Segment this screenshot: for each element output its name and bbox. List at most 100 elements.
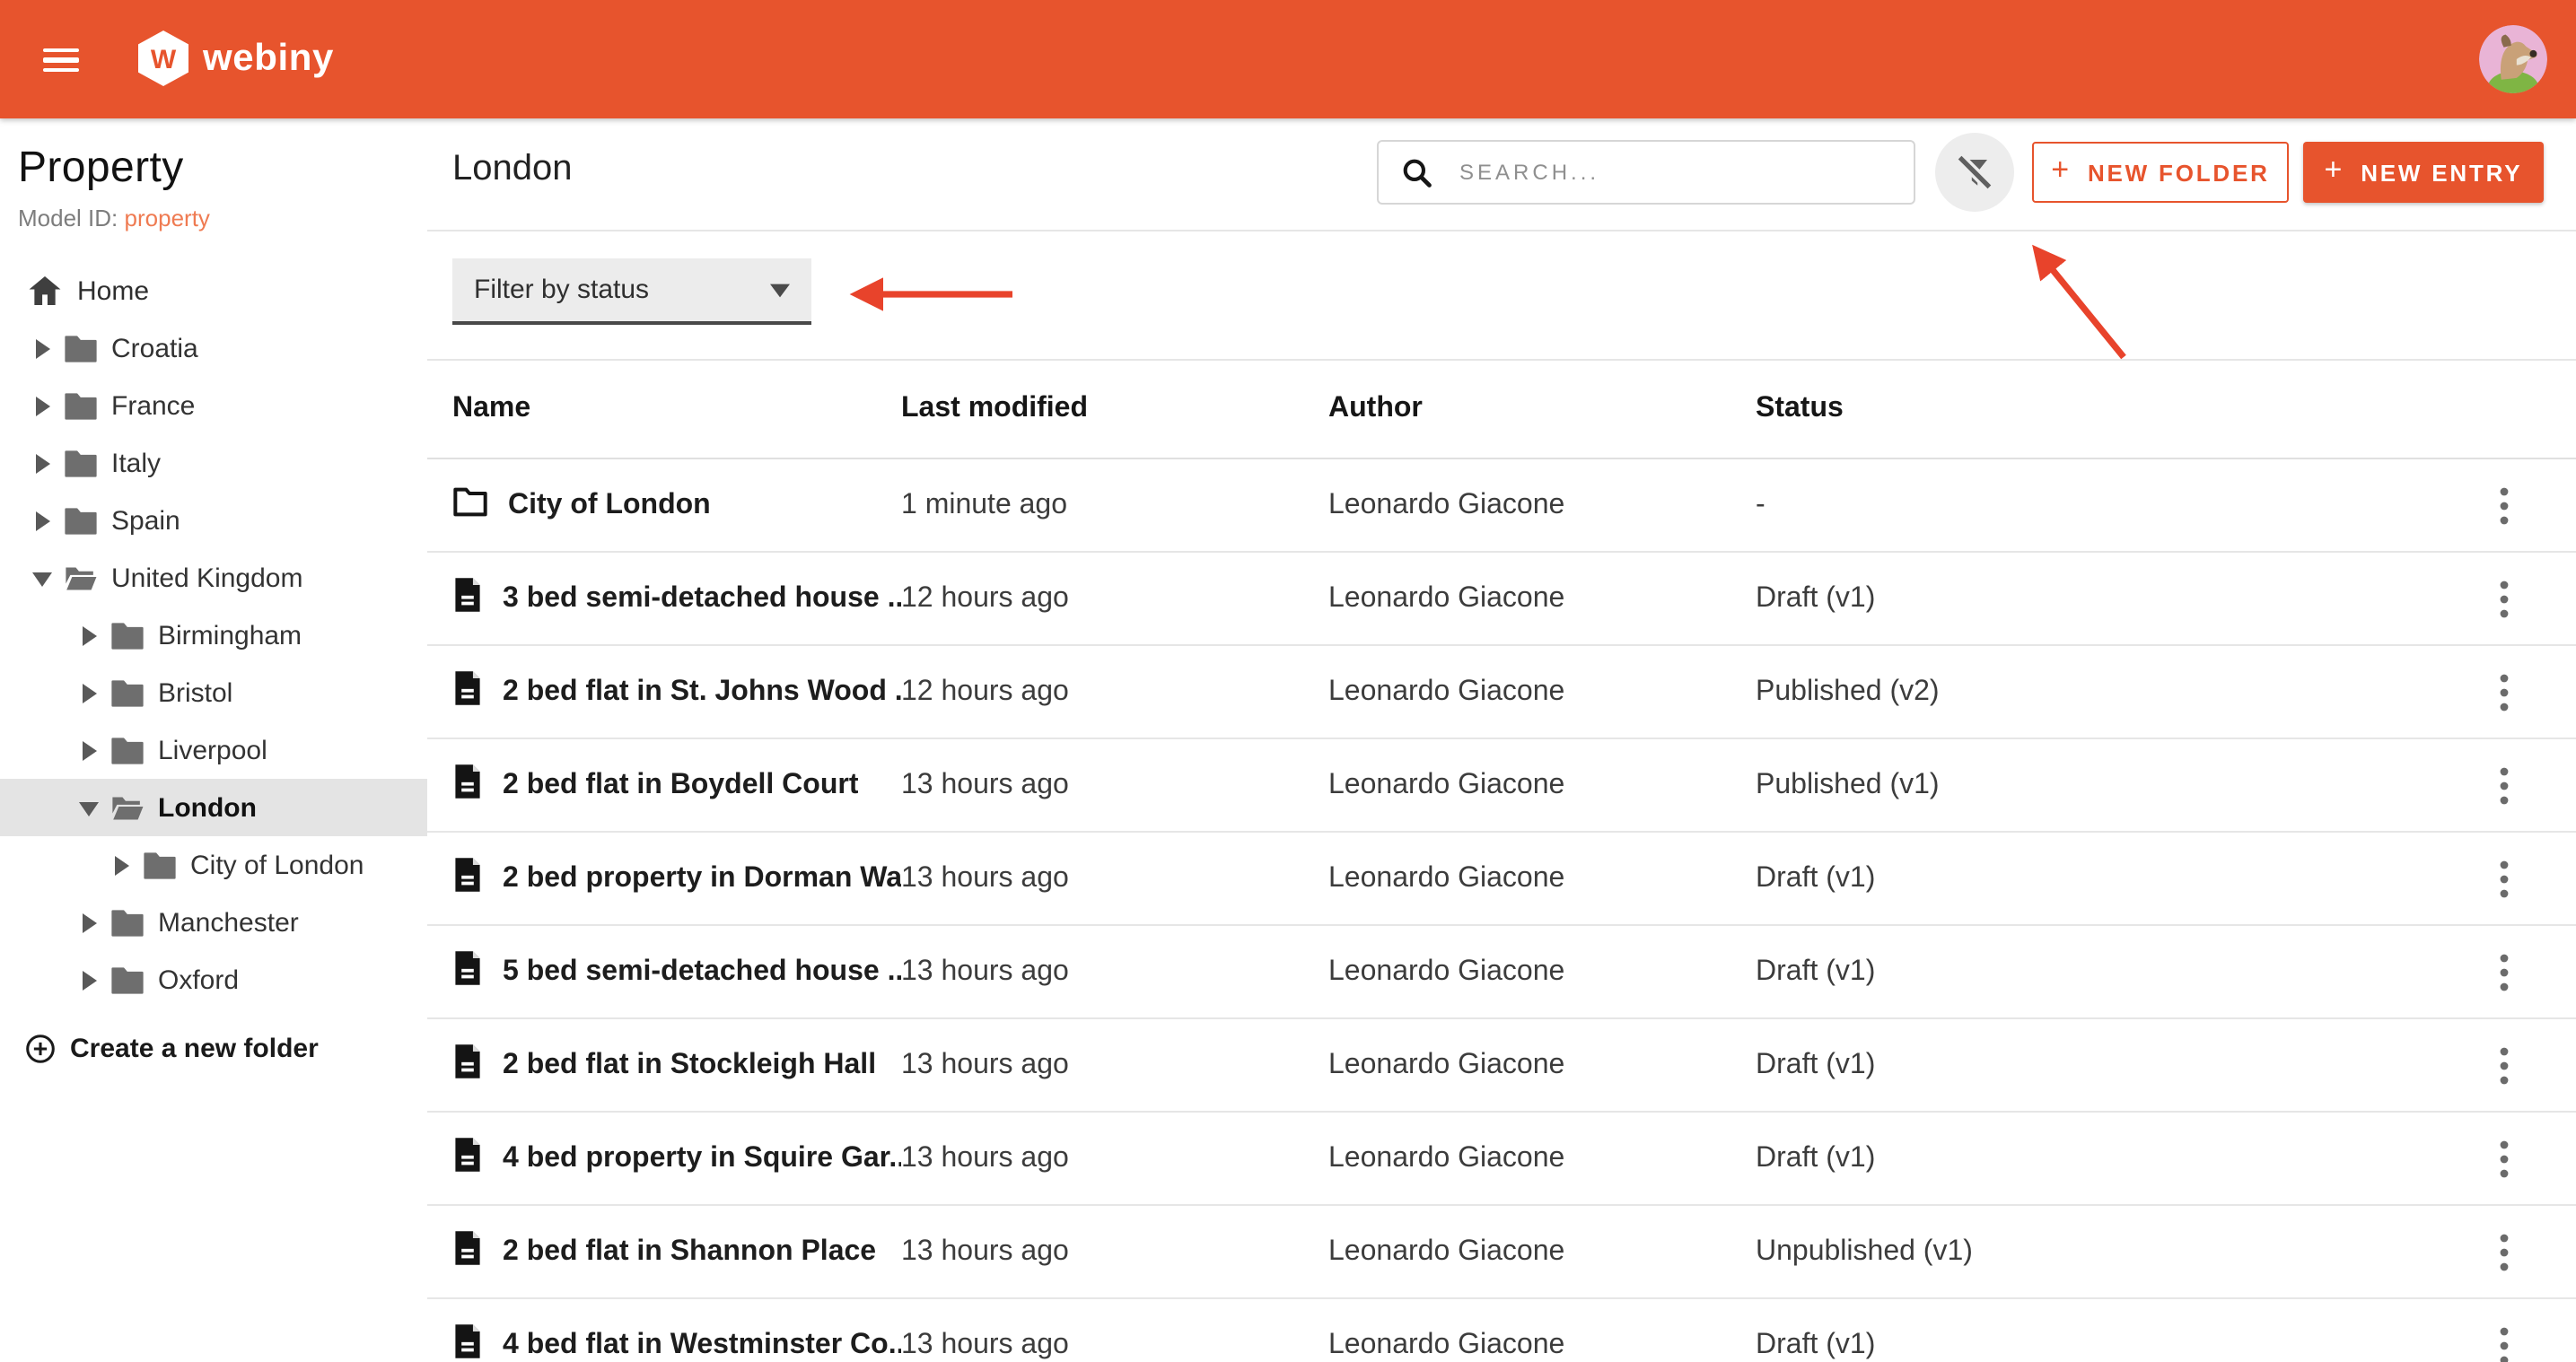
new-entry-button[interactable]: + NEW ENTRY	[2303, 142, 2544, 203]
column-header-name: Name	[452, 393, 531, 423]
name-cell: 2 bed flat in Stockleigh Hall	[452, 1042, 901, 1088]
entry-name: 4 bed property in Squire Gar...	[503, 1142, 901, 1173]
entry-name: 2 bed flat in Stockleigh Hall	[503, 1049, 877, 1079]
kebab-menu-icon[interactable]	[2484, 765, 2524, 805]
home-icon	[29, 276, 61, 305]
table-row[interactable]: 2 bed flat in Boydell Court 13 hours ago L…	[427, 739, 2576, 833]
app-window: W webiny Property Model ID: property Hom…	[0, 0, 2576, 1362]
author-cell: Leonardo Giacone	[1328, 489, 1565, 519]
table-row[interactable]: City of London 1 minute ago Leonardo Giaco…	[427, 459, 2576, 553]
folder-icon	[111, 908, 144, 937]
folders-sidebar: Property Model ID: property Home Croatia…	[0, 118, 429, 1362]
author-cell: Leonardo Giacone	[1328, 582, 1565, 613]
sidebar-item-city-of-london[interactable]: City of London	[0, 836, 427, 894]
caret-right-icon[interactable]	[75, 910, 101, 935]
sidebar-item-label: Bristol	[158, 677, 233, 708]
row-actions	[2454, 952, 2554, 991]
caret-right-icon[interactable]	[29, 336, 54, 361]
table-row[interactable]: 3 bed semi-detached house ... 12 hours ag…	[427, 553, 2576, 646]
author-cell: Leonardo Giacone	[1328, 1049, 1565, 1079]
new-folder-button[interactable]: + NEW FOLDER	[2032, 142, 2289, 203]
modified-cell: 13 hours ago	[901, 956, 1069, 986]
model-id-value: property	[124, 205, 210, 231]
kebab-menu-icon[interactable]	[2484, 672, 2524, 712]
menu-icon[interactable]	[43, 48, 79, 72]
caret-right-icon[interactable]	[75, 967, 101, 992]
caret-down-icon[interactable]	[75, 795, 101, 820]
caret-right-icon[interactable]	[108, 852, 133, 877]
sidebar-item-united-kingdom[interactable]: United Kingdom	[0, 549, 427, 607]
row-actions	[2454, 485, 2554, 525]
status-cell: Draft (v1)	[1756, 1329, 1876, 1359]
table-row[interactable]: 5 bed semi-detached house ... 13 hours ag…	[427, 926, 2576, 1019]
kebab-menu-icon[interactable]	[2484, 1045, 2524, 1085]
sidebar-item-london[interactable]: London	[0, 779, 427, 836]
kebab-menu-icon[interactable]	[2484, 952, 2524, 991]
caret-right-icon[interactable]	[29, 450, 54, 476]
folder-icon	[111, 965, 144, 994]
search-field	[1377, 140, 1915, 205]
sidebar-item-spain[interactable]: Spain	[0, 492, 427, 549]
caret-right-icon[interactable]	[29, 393, 54, 418]
filter-off-icon	[1955, 153, 1994, 192]
kebab-menu-icon[interactable]	[2484, 859, 2524, 898]
sidebar-item-oxford[interactable]: Oxford	[0, 951, 427, 1008]
svg-text:W: W	[151, 45, 177, 74]
table-row[interactable]: 4 bed flat in Westminster Co... 13 hours …	[427, 1299, 2576, 1362]
sidebar-item-italy[interactable]: Italy	[0, 434, 427, 492]
folder-open-icon	[111, 793, 144, 822]
modified-cell: 13 hours ago	[901, 862, 1069, 893]
modified-cell: 13 hours ago	[901, 1049, 1069, 1079]
create-folder-button[interactable]: Create a new folder	[0, 1019, 427, 1077]
folder-icon	[144, 851, 176, 879]
model-title: Property	[18, 144, 184, 192]
toggle-filters-button[interactable]	[1935, 133, 2014, 212]
sidebar-item-birmingham[interactable]: Birmingham	[0, 607, 427, 664]
user-avatar[interactable]	[2479, 25, 2547, 93]
name-cell: 2 bed flat in Shannon Place	[452, 1228, 901, 1275]
modified-cell: 12 hours ago	[901, 582, 1069, 613]
create-folder-label: Create a new folder	[70, 1033, 319, 1063]
sidebar-item-label: Manchester	[158, 907, 299, 938]
kebab-menu-icon[interactable]	[2484, 1139, 2524, 1178]
search-input[interactable]	[1456, 158, 1914, 187]
table-row[interactable]: 2 bed flat in Shannon Place 13 hours ago L…	[427, 1206, 2576, 1299]
kebab-menu-icon[interactable]	[2484, 1232, 2524, 1271]
caret-right-icon[interactable]	[75, 738, 101, 763]
modified-cell: 13 hours ago	[901, 1329, 1069, 1359]
author-cell: Leonardo Giacone	[1328, 862, 1565, 893]
table-row[interactable]: 4 bed property in Squire Gar... 13 hours …	[427, 1113, 2576, 1206]
name-cell: 4 bed property in Squire Gar...	[452, 1135, 901, 1182]
folder-icon	[65, 334, 97, 362]
kebab-menu-icon[interactable]	[2484, 1325, 2524, 1362]
sidebar-item-liverpool[interactable]: Liverpool	[0, 721, 427, 779]
name-cell: 5 bed semi-detached house ...	[452, 948, 901, 995]
caret-down-icon[interactable]	[29, 565, 54, 590]
name-cell: 2 bed flat in St. Johns Wood ...	[452, 668, 901, 715]
table-row[interactable]: 2 bed property in Dorman Way 13 hours ago…	[427, 833, 2576, 926]
sidebar-item-label: Oxford	[158, 965, 240, 995]
entry-name: 5 bed semi-detached house ...	[503, 956, 901, 986]
table-row[interactable]: 2 bed flat in St. Johns Wood ... 12 hours…	[427, 646, 2576, 739]
kebab-menu-icon[interactable]	[2484, 485, 2524, 525]
webiny-logo[interactable]: W webiny	[138, 31, 334, 86]
author-cell: Leonardo Giacone	[1328, 956, 1565, 986]
row-actions	[2454, 1045, 2554, 1085]
modified-cell: 13 hours ago	[901, 1142, 1069, 1173]
author-cell: Leonardo Giacone	[1328, 1329, 1565, 1359]
sidebar-item-home[interactable]: Home	[0, 262, 427, 319]
sidebar-item-croatia[interactable]: Croatia	[0, 319, 427, 377]
table-row[interactable]: 2 bed flat in Stockleigh Hall 13 hours ag…	[427, 1019, 2576, 1113]
kebab-menu-icon[interactable]	[2484, 579, 2524, 618]
row-actions	[2454, 1232, 2554, 1271]
sidebar-item-france[interactable]: France	[0, 377, 427, 434]
caret-right-icon[interactable]	[75, 680, 101, 705]
caret-right-icon[interactable]	[75, 623, 101, 648]
caret-right-icon[interactable]	[29, 508, 54, 533]
folder-icon	[65, 506, 97, 535]
sidebar-item-bristol[interactable]: Bristol	[0, 664, 427, 721]
filter-by-status-dropdown[interactable]: Filter by status	[452, 258, 811, 325]
sidebar-item-manchester[interactable]: Manchester	[0, 894, 427, 951]
status-cell: Draft (v1)	[1756, 1142, 1876, 1173]
row-actions	[2454, 765, 2554, 805]
